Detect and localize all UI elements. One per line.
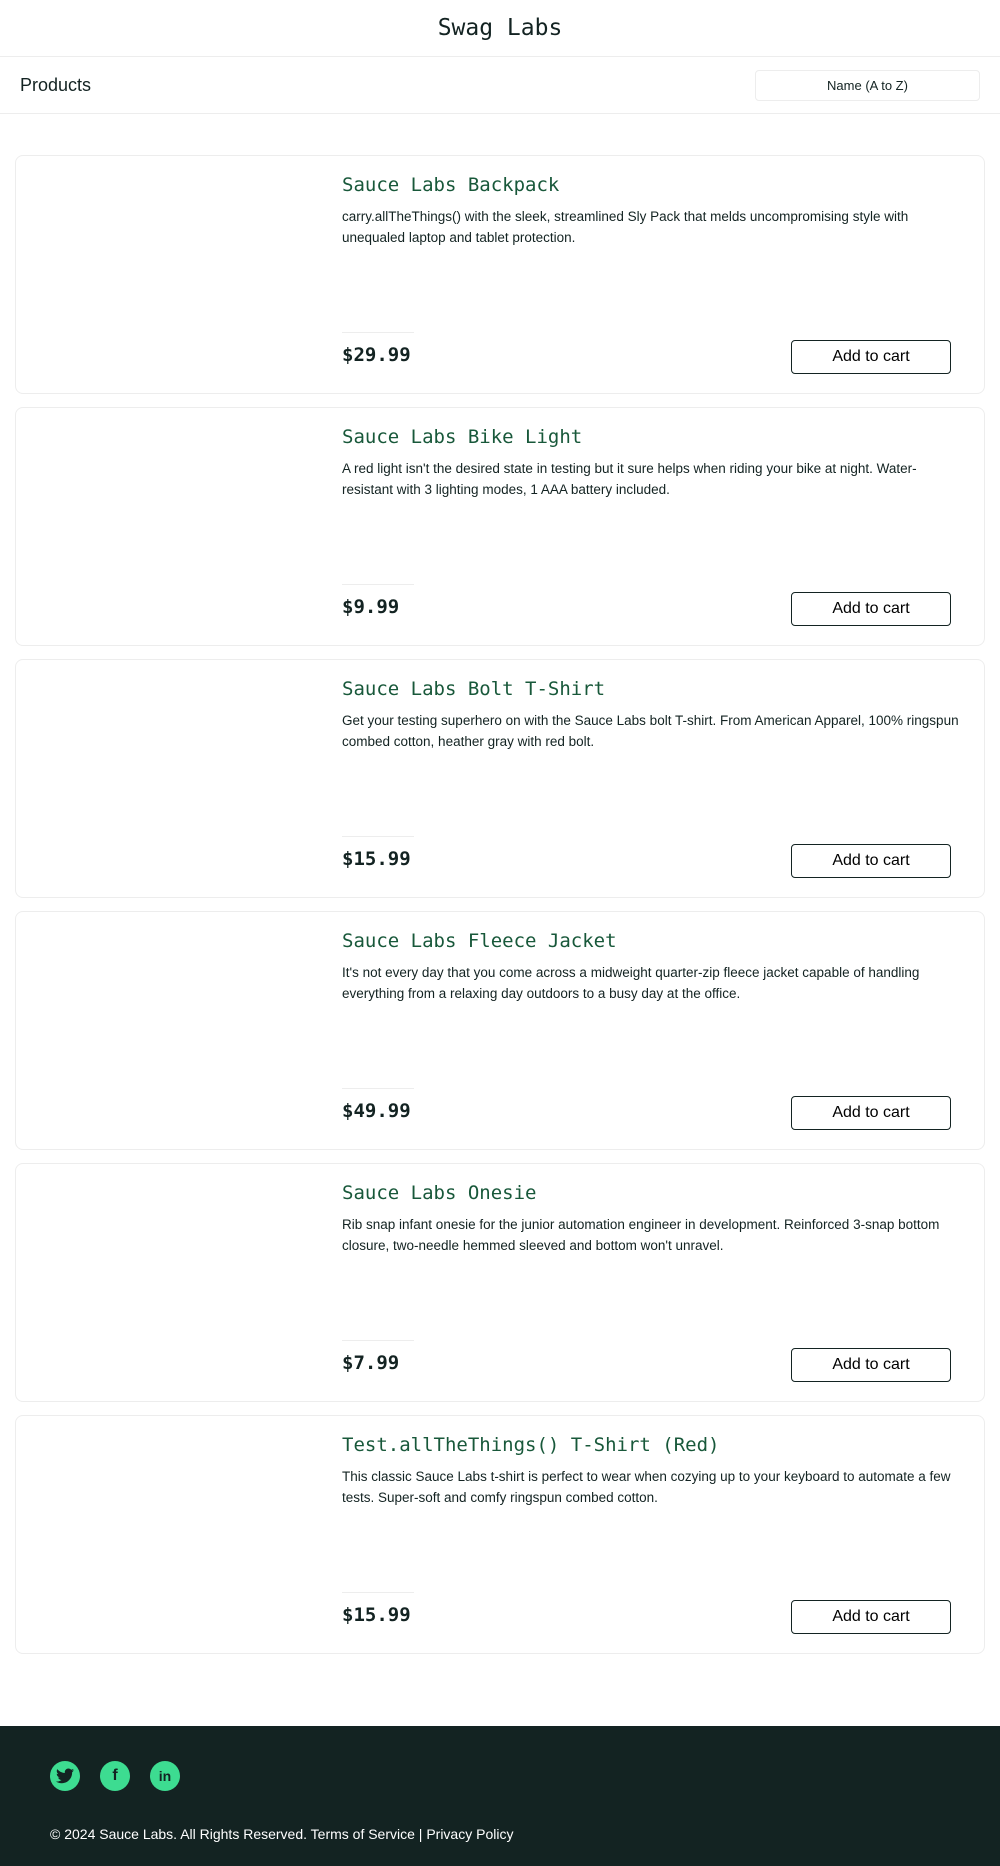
inventory-item: Sauce Labs Backpack carry.allTheThings()… (15, 155, 985, 394)
item-description: Get your testing superhero on with the S… (342, 713, 959, 749)
item-description: This classic Sauce Labs t-shirt is perfe… (342, 1469, 951, 1505)
inventory-item: Sauce Labs Onesie Rib snap infant onesie… (15, 1163, 985, 1402)
inventory-item: Sauce Labs Bolt T-Shirt Get your testing… (15, 659, 985, 898)
item-name-link[interactable]: Sauce Labs Bike Light (342, 426, 582, 448)
sort-select[interactable]: Name (A to Z) (755, 69, 980, 101)
app-header: Swag Labs (0, 0, 1000, 57)
add-to-cart-button[interactable]: Add to cart (791, 1348, 951, 1382)
add-to-cart-button[interactable]: Add to cart (791, 1096, 951, 1130)
divider (342, 1088, 414, 1089)
item-name-link[interactable]: Sauce Labs Backpack (342, 174, 559, 196)
app-logo: Swag Labs (437, 15, 563, 41)
inventory-list: Sauce Labs Backpack carry.allTheThings()… (15, 155, 985, 1667)
twitter-icon[interactable] (50, 1761, 80, 1791)
item-price: $15.99 (342, 848, 411, 870)
item-description: carry.allTheThings() with the sleek, str… (342, 209, 909, 245)
item-price: $49.99 (342, 1100, 411, 1122)
inventory-item: Sauce Labs Bike Light A red light isn't … (15, 407, 985, 646)
item-price: $7.99 (342, 1352, 400, 1374)
item-name-link[interactable]: Sauce Labs Onesie (342, 1182, 536, 1204)
item-description: It's not every day that you come across … (342, 965, 920, 1001)
divider (342, 1340, 414, 1341)
inventory-item: Sauce Labs Fleece Jacket It's not every … (15, 911, 985, 1150)
page-title: Products (20, 74, 92, 95)
item-description: A red light isn't the desired state in t… (342, 461, 917, 497)
item-name-link[interactable]: Sauce Labs Fleece Jacket (342, 930, 617, 952)
item-description: Rib snap infant onesie for the junior au… (342, 1217, 940, 1253)
divider (342, 332, 414, 333)
add-to-cart-button[interactable]: Add to cart (791, 844, 951, 878)
item-name-link[interactable]: Sauce Labs Bolt T-Shirt (342, 678, 605, 700)
add-to-cart-button[interactable]: Add to cart (791, 592, 951, 626)
divider (342, 1592, 414, 1593)
inventory-item: Test.allTheThings() T-Shirt (Red) This c… (15, 1415, 985, 1654)
divider (342, 836, 414, 837)
item-price: $29.99 (342, 344, 411, 366)
item-price: $9.99 (342, 596, 400, 618)
footer: f in © 2024 Sauce Labs. All Rights Reser… (0, 1726, 1000, 1866)
item-price: $15.99 (342, 1604, 411, 1626)
add-to-cart-button[interactable]: Add to cart (791, 340, 951, 374)
add-to-cart-button[interactable]: Add to cart (791, 1600, 951, 1634)
secondary-header: Products Name (A to Z) (0, 57, 1000, 114)
facebook-icon[interactable]: f (100, 1761, 130, 1791)
footer-copyright: © 2024 Sauce Labs. All Rights Reserved. … (50, 1826, 514, 1842)
linkedin-icon[interactable]: in (150, 1761, 180, 1791)
item-name-link[interactable]: Test.allTheThings() T-Shirt (Red) (342, 1434, 720, 1456)
divider (342, 584, 414, 585)
